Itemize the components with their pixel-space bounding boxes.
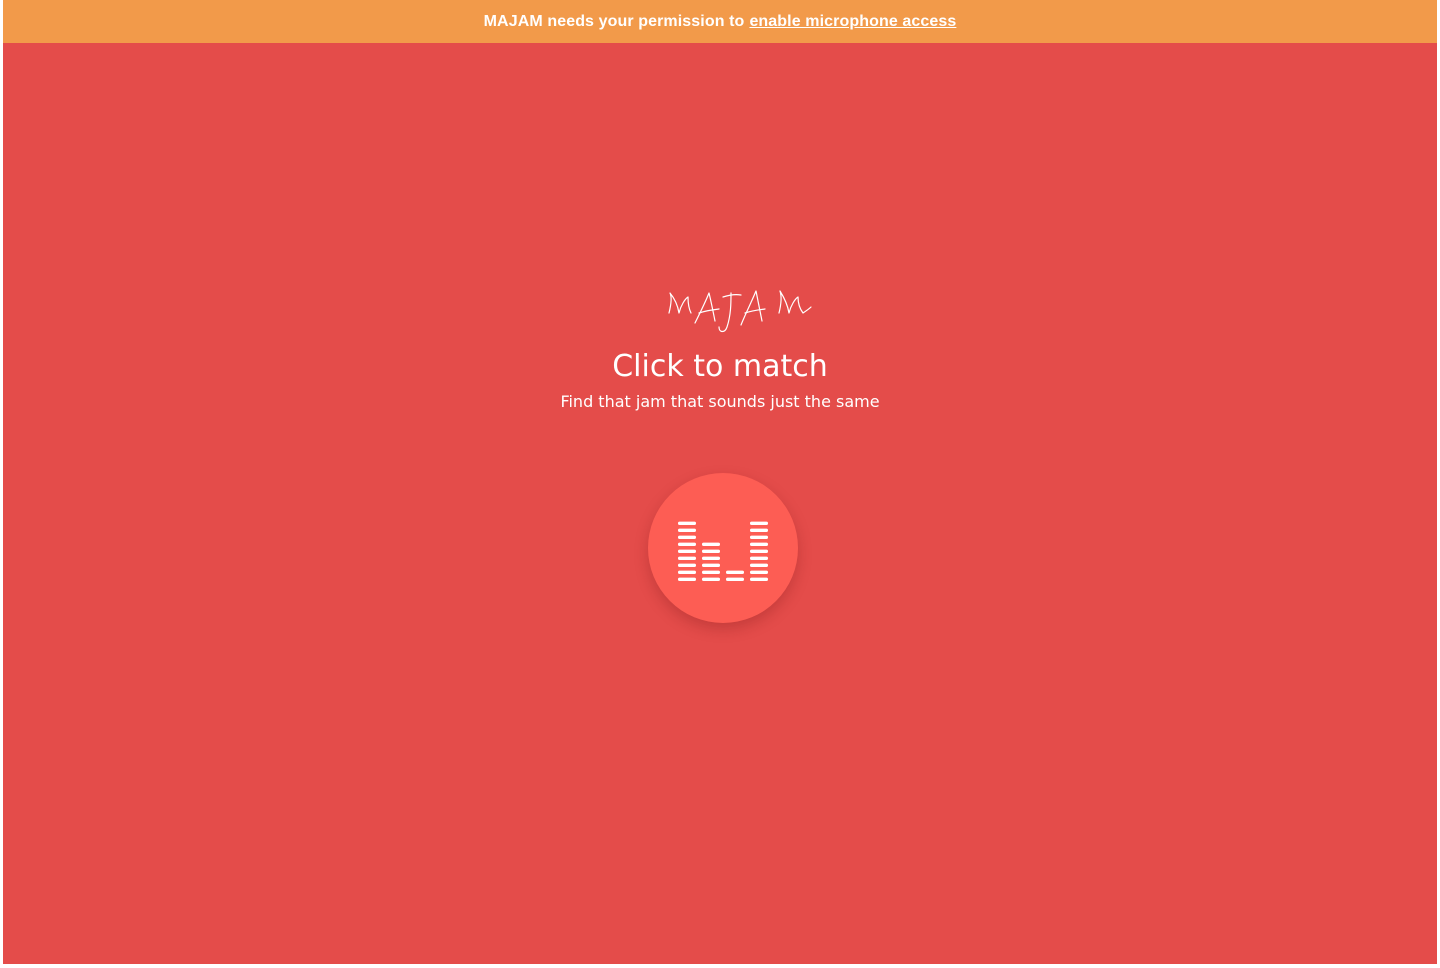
page-title: Click to match xyxy=(612,349,828,384)
equalizer-segment xyxy=(750,535,768,539)
app-frame: MAJAM needs your permission to enable mi… xyxy=(3,0,1437,964)
equalizer-segment xyxy=(750,556,768,560)
equalizer-segment xyxy=(750,542,768,546)
equalizer-segment xyxy=(750,577,768,581)
equalizer-segment xyxy=(702,577,720,581)
equalizer-segment xyxy=(678,563,696,567)
majam-logo xyxy=(661,283,821,339)
equalizer-segment xyxy=(678,521,696,525)
equalizer-segment xyxy=(702,570,720,574)
equalizer-segment xyxy=(678,535,696,539)
equalizer-segment xyxy=(750,521,768,525)
page-subtitle: Find that jam that sounds just the same xyxy=(560,392,880,411)
equalizer-segment xyxy=(678,528,696,532)
equalizer-segment xyxy=(678,556,696,560)
equalizer-segment xyxy=(750,549,768,553)
equalizer-segment xyxy=(678,570,696,574)
equalizer-segment xyxy=(750,563,768,567)
equalizer-segment xyxy=(702,556,720,560)
equalizer-segment xyxy=(750,570,768,574)
majam-logo-mark xyxy=(668,290,812,333)
equalizer-icon xyxy=(678,521,768,581)
banner-text: MAJAM needs your permission to xyxy=(483,12,745,30)
equalizer-segment xyxy=(702,549,720,553)
equalizer-segment xyxy=(702,542,720,546)
match-button[interactable] xyxy=(648,473,798,623)
equalizer-segment xyxy=(726,577,744,581)
equalizer-segment xyxy=(678,549,696,553)
equalizer-segment xyxy=(726,570,744,574)
enable-microphone-link[interactable]: enable microphone access xyxy=(749,13,956,31)
equalizer-segment xyxy=(750,528,768,532)
equalizer-segment xyxy=(678,577,696,581)
permission-banner: MAJAM needs your permission to enable mi… xyxy=(3,0,1437,43)
equalizer-segment xyxy=(678,542,696,546)
equalizer-segment xyxy=(702,563,720,567)
